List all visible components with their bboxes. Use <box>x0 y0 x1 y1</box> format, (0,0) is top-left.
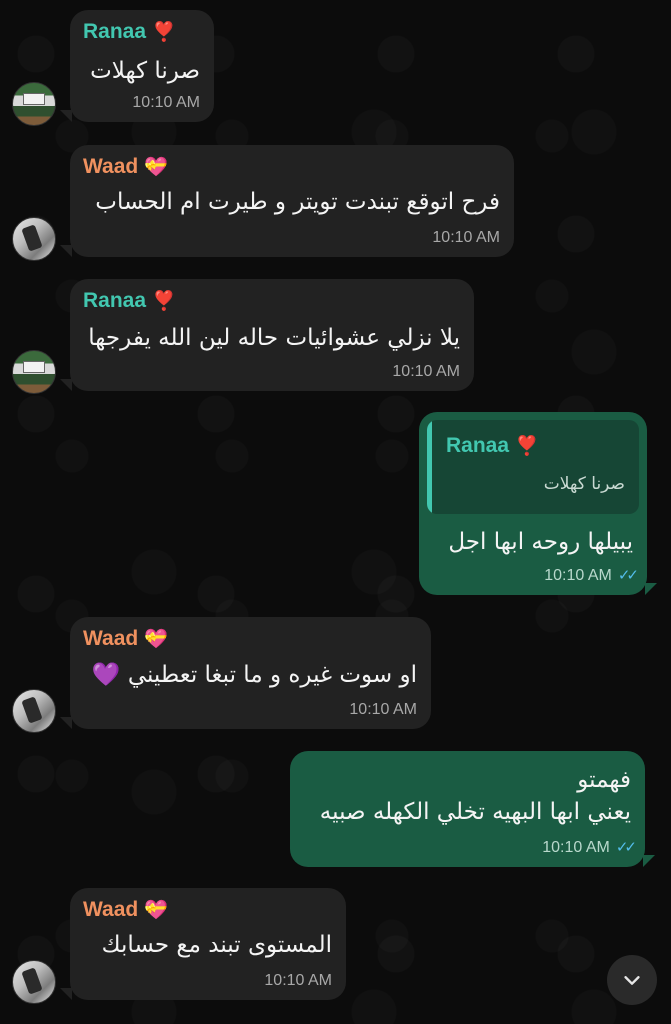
message-time: 10:10 AM <box>264 972 332 989</box>
chevron-down-icon <box>624 976 640 985</box>
sender-name: Waad 💝 <box>83 898 168 921</box>
heart-exclamation-icon: ❣️ <box>515 436 539 457</box>
message-bubble-3[interactable]: Ranaa ❣️ يلا نزلي عشوائيات حاله لين الله … <box>60 279 474 391</box>
message-time: 10:10 AM <box>349 701 417 718</box>
message-time: 10:10 AM <box>432 229 500 246</box>
message-bubble-2[interactable]: Waad 💝 فرح اتوقع تبندت تويتر و طيرت ام ال… <box>60 145 514 257</box>
message-text: يبيلها روحه ابها اجل <box>448 529 633 555</box>
sender-name: Ranaa ❣️ <box>83 289 176 312</box>
sender-name: Waad 💝 <box>83 627 168 650</box>
sender-name: Waad 💝 <box>83 155 168 178</box>
message-bubble-1[interactable]: Ranaa ❣️ صرنا كهلات 10:10 AM <box>60 10 214 122</box>
quoted-text: صرنا كهلات <box>543 474 625 494</box>
avatar-waad[interactable] <box>12 689 56 733</box>
message-text-line-1: فهمتو <box>577 767 631 793</box>
heart-ribbon-icon: 💝 <box>144 900 168 921</box>
message-time: 10:10 AM <box>392 363 460 380</box>
message-text: المستوى تبند مع حسابك <box>101 932 332 958</box>
message-text: صرنا كهلات <box>90 58 200 84</box>
message-text: يلا نزلي عشوائيات حاله لين الله يفرجها <box>88 325 460 351</box>
quote-accent-bar <box>427 420 432 514</box>
scroll-to-bottom-button[interactable] <box>607 955 657 1005</box>
sender-name: Ranaa ❣️ <box>83 20 176 43</box>
message-bubble-7[interactable]: Waad 💝 المستوى تبند مع حسابك 10:10 AM <box>60 888 346 1000</box>
heart-ribbon-icon: 💝 <box>144 629 168 650</box>
double-check-icon: ✓✓ <box>615 839 637 856</box>
message-time: 10:10 AM ✓✓ <box>544 567 639 584</box>
message-bubble-6-outgoing[interactable]: فهمتو يعني ابها البهيه تخلي الكهله صبيه … <box>290 751 655 867</box>
message-text: او سوت غيره و ما تبغا تعطيني 💜 <box>91 662 417 688</box>
double-check-icon: ✓✓ <box>617 567 639 584</box>
quoted-sender-name: Ranaa ❣️ <box>446 434 539 457</box>
heart-exclamation-icon: ❣️ <box>152 291 176 312</box>
message-time: 10:10 AM <box>132 94 200 111</box>
message-bubble-5[interactable]: Waad 💝 او سوت غيره و ما تبغا تعطيني 💜 10:… <box>60 617 431 729</box>
message-bubble-4-outgoing[interactable]: Ranaa ❣️ صرنا كهلات يبيلها روحه ابها اجل … <box>419 412 657 595</box>
avatar-ranaa[interactable] <box>12 350 56 394</box>
avatar-waad[interactable] <box>12 217 56 261</box>
avatar-ranaa[interactable] <box>12 82 56 126</box>
message-time: 10:10 AM ✓✓ <box>542 839 637 856</box>
heart-ribbon-icon: 💝 <box>144 157 168 178</box>
avatar-waad[interactable] <box>12 960 56 1004</box>
heart-exclamation-icon: ❣️ <box>152 22 176 43</box>
quoted-message[interactable]: Ranaa ❣️ صرنا كهلات <box>427 420 639 514</box>
message-text-line-2: يعني ابها البهيه تخلي الكهله صبيه <box>319 799 631 825</box>
message-text: فرح اتوقع تبندت تويتر و طيرت ام الحساب <box>95 189 500 215</box>
